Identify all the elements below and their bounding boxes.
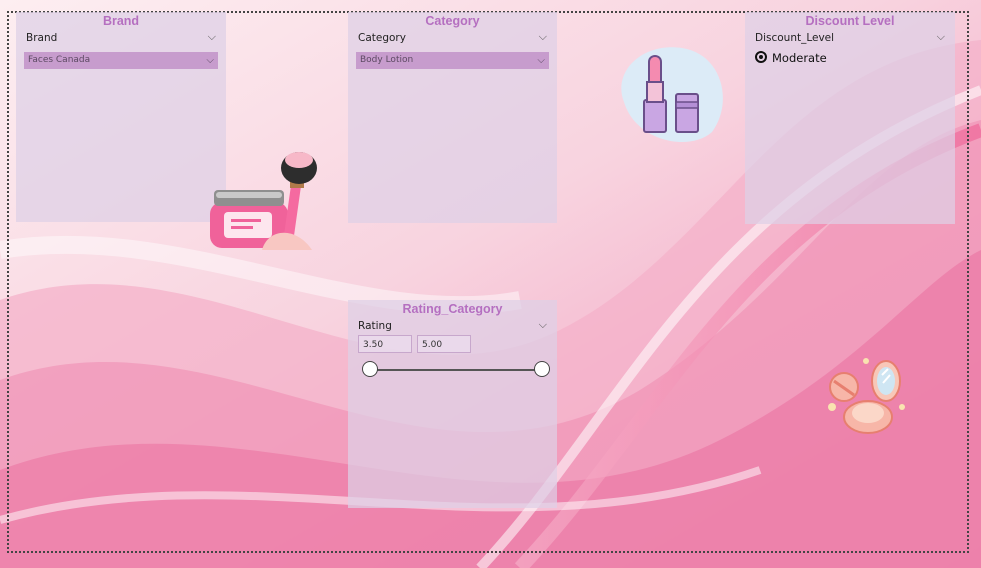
rating-slider-min-handle[interactable] [362, 361, 378, 377]
brand-slicer: Brand Brand ⌵ Faces Canada ⌵ [16, 12, 226, 222]
brand-field-label: Brand [26, 32, 58, 44]
discount-field-label: Discount_Level [755, 32, 835, 44]
discount-option-moderate[interactable]: Moderate [755, 51, 827, 65]
rating-field-header[interactable]: Rating ⌵ [358, 318, 547, 336]
chevron-down-icon[interactable]: ⌵ [208, 30, 216, 44]
discount-slicer-title: Discount Level [805, 14, 895, 28]
rating-min-input[interactable]: 3.50 [358, 335, 412, 353]
discount-option-label: Moderate [772, 51, 827, 65]
category-slicer-title: Category [425, 14, 480, 28]
category-field-header[interactable]: Category ⌵ [358, 30, 547, 48]
discount-field-header[interactable]: Discount_Level ⌵ [755, 30, 945, 48]
lipstick-icon [621, 47, 723, 142]
category-field-label: Category [358, 32, 406, 44]
discount-level-slicer: Discount Level Discount_Level ⌵ Moderate [745, 12, 955, 224]
category-selected-value: Body Lotion [360, 55, 414, 65]
chevron-down-icon[interactable]: ⌵ [206, 52, 214, 69]
chevron-down-icon[interactable]: ⌵ [937, 30, 945, 44]
brand-dropdown[interactable]: Faces Canada ⌵ [24, 52, 218, 69]
compact-mirror-icon [828, 358, 905, 434]
rating-slicer-title: Rating_Category [402, 302, 503, 316]
rating-slider-max-handle[interactable] [534, 361, 550, 377]
rating-max-input[interactable]: 5.00 [417, 335, 471, 353]
brand-slicer-title: Brand [102, 14, 140, 28]
brand-selected-value: Faces Canada [28, 55, 91, 65]
rating-slider-track[interactable] [370, 369, 542, 371]
category-slicer: Category Category ⌵ Body Lotion ⌵ [348, 12, 557, 223]
brand-field-header[interactable]: Brand ⌵ [26, 30, 216, 48]
category-dropdown[interactable]: Body Lotion ⌵ [356, 52, 549, 69]
chevron-down-icon[interactable]: ⌵ [539, 318, 547, 332]
rating-slicer: Rating_Category Rating ⌵ 3.50 5.00 [348, 300, 557, 508]
makeup-jar-icon [210, 152, 317, 250]
chevron-down-icon[interactable]: ⌵ [537, 52, 545, 69]
chevron-down-icon[interactable]: ⌵ [539, 30, 547, 44]
radio-selected-icon[interactable] [755, 51, 767, 63]
rating-field-label: Rating [358, 320, 392, 332]
